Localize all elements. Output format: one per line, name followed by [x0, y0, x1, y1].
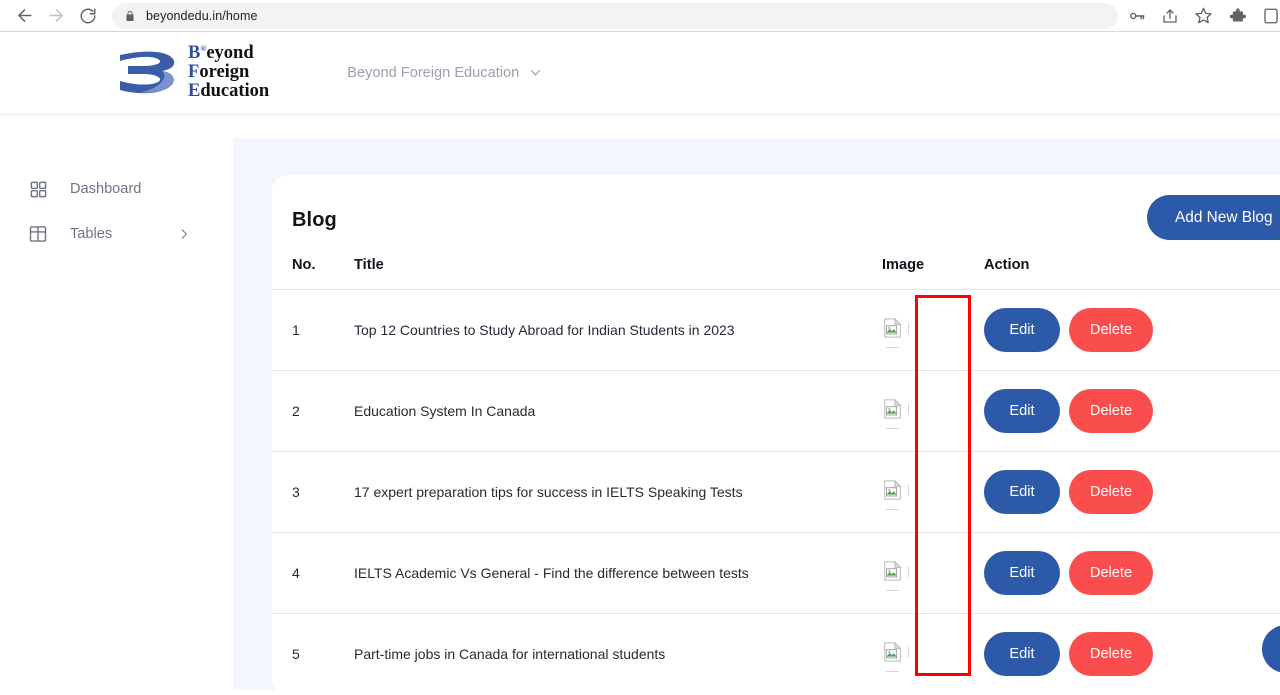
- cell-action: Edit Delete: [984, 289, 1280, 371]
- table-header: No. Title Image Action: [272, 243, 1280, 290]
- table-row: 1 Top 12 Countries to Study Abroad for In…: [272, 289, 1280, 371]
- cell-image: [882, 370, 984, 452]
- alt-text-bar: [886, 509, 899, 510]
- broken-image-icon: [882, 398, 909, 429]
- brand-logo[interactable]: B®eyond Foreign Education: [118, 44, 269, 101]
- cell-action: Edit Delete: [984, 370, 1280, 452]
- grid-squares-icon: [28, 179, 48, 199]
- delete-button[interactable]: Delete: [1069, 308, 1153, 352]
- table-body: 1 Top 12 Countries to Study Abroad for In…: [272, 289, 1280, 695]
- sidebar-item-label: Tables: [70, 226, 113, 242]
- blog-table: No. Title Image Action 1 Top 12 Countries…: [272, 243, 1280, 695]
- cell-title: Top 12 Countries to Study Abroad for Ind…: [354, 289, 882, 371]
- cell-no: 1: [272, 289, 354, 371]
- profile-icon[interactable]: [1262, 7, 1280, 25]
- card-header: Blog Add New Blog: [272, 195, 1280, 243]
- brand-wordmark: B®eyond Foreign Education: [188, 43, 270, 101]
- table-icon: [28, 224, 48, 244]
- blog-card: Blog Add New Blog No. Title Image Action…: [272, 175, 1280, 695]
- edit-button[interactable]: Edit: [984, 632, 1060, 677]
- chevron-right-icon[interactable]: [177, 227, 191, 241]
- column-header-image: Image: [882, 257, 925, 273]
- delete-button[interactable]: Delete: [1069, 470, 1153, 514]
- share-icon[interactable]: [1161, 7, 1179, 25]
- cell-image: [882, 613, 984, 695]
- column-header-no: No.: [292, 257, 316, 273]
- delete-button[interactable]: Delete: [1069, 632, 1153, 677]
- alt-text-bar: [886, 428, 899, 429]
- browser-nav-buttons: [0, 2, 102, 30]
- cell-action: Edit Delete: [984, 451, 1280, 533]
- column-header-action: Action: [984, 257, 1030, 273]
- cell-title: IELTS Academic Vs General - Find the dif…: [354, 532, 882, 614]
- cell-title: 17 expert preparation tips for success i…: [354, 451, 882, 533]
- edit-button[interactable]: Edit: [984, 308, 1060, 352]
- cell-no: 3: [272, 451, 354, 533]
- table-row: 3 17 expert preparation tips for success …: [272, 451, 1280, 533]
- address-bar[interactable]: beyondedu.in/home: [112, 2, 1118, 29]
- alt-text-bar: [908, 323, 909, 334]
- password-key-icon[interactable]: [1128, 7, 1146, 25]
- cell-no: 5: [272, 613, 354, 695]
- alt-text-bar: [886, 347, 899, 348]
- reload-icon[interactable]: [74, 2, 102, 30]
- alt-text-bar: [908, 566, 909, 577]
- sidebar: Dashboard Tables: [0, 113, 233, 690]
- add-new-blog-button[interactable]: Add New Blog: [1147, 195, 1280, 240]
- app-header: B®eyond Foreign Education Beyond Foreign…: [0, 32, 1280, 113]
- cell-title: Part-time jobs in Canada for internation…: [354, 613, 882, 695]
- alt-text-bar: [908, 647, 909, 659]
- cell-image: [882, 289, 984, 371]
- org-selector[interactable]: Beyond Foreign Education: [347, 65, 543, 81]
- cell-action: Edit Delete: [984, 613, 1280, 695]
- url-text: beyondedu.in/home: [146, 8, 258, 23]
- edit-button[interactable]: Edit: [984, 551, 1060, 595]
- alt-text-bar: [908, 404, 909, 415]
- browser-toolbar: beyondedu.in/home: [0, 0, 1280, 31]
- table-row: 5 Part-time jobs in Canada for internatio…: [272, 613, 1280, 695]
- chevron-down-icon: [528, 65, 543, 80]
- broken-image-icon: [882, 641, 909, 673]
- beyond-swoosh-logo-icon: [118, 46, 184, 98]
- cell-image: [882, 451, 984, 533]
- browser-action-icons: [1128, 6, 1280, 25]
- table-row: 4 IELTS Academic Vs General - Find the di…: [272, 532, 1280, 614]
- alt-text-bar: [886, 590, 899, 591]
- table-header-row: No. Title Image Action: [272, 243, 1280, 290]
- broken-image-icon: [882, 479, 909, 510]
- cell-image: [882, 532, 984, 614]
- broken-image-icon: [882, 560, 909, 591]
- sidebar-item-tables[interactable]: Tables: [0, 214, 233, 254]
- sidebar-item-label: Dashboard: [70, 181, 142, 197]
- org-selector-label: Beyond Foreign Education: [347, 64, 520, 81]
- edit-button[interactable]: Edit: [984, 470, 1060, 514]
- column-header-title: Title: [354, 257, 384, 273]
- table-row: 2 Education System In Canada Edit Delete: [272, 370, 1280, 452]
- sidebar-item-dashboard[interactable]: Dashboard: [0, 169, 233, 209]
- back-arrow-icon[interactable]: [10, 2, 38, 30]
- main-content: Blog Add New Blog No. Title Image Action…: [233, 138, 1280, 695]
- page-title: Blog: [292, 208, 337, 231]
- edit-button[interactable]: Edit: [984, 389, 1060, 433]
- cell-action: Edit Delete: [984, 532, 1280, 614]
- alt-text-bar: [908, 485, 909, 496]
- lock-icon: [124, 10, 136, 22]
- bookmark-star-icon[interactable]: [1194, 6, 1213, 25]
- broken-image-icon: [882, 317, 909, 348]
- cell-no: 2: [272, 370, 354, 452]
- cell-no: 4: [272, 532, 354, 614]
- alt-text-bar: [886, 671, 899, 673]
- delete-button[interactable]: Delete: [1069, 389, 1153, 433]
- delete-button[interactable]: Delete: [1069, 551, 1153, 595]
- extensions-puzzle-icon[interactable]: [1228, 6, 1247, 25]
- cell-title: Education System In Canada: [354, 370, 882, 452]
- forward-arrow-icon[interactable]: [42, 2, 70, 30]
